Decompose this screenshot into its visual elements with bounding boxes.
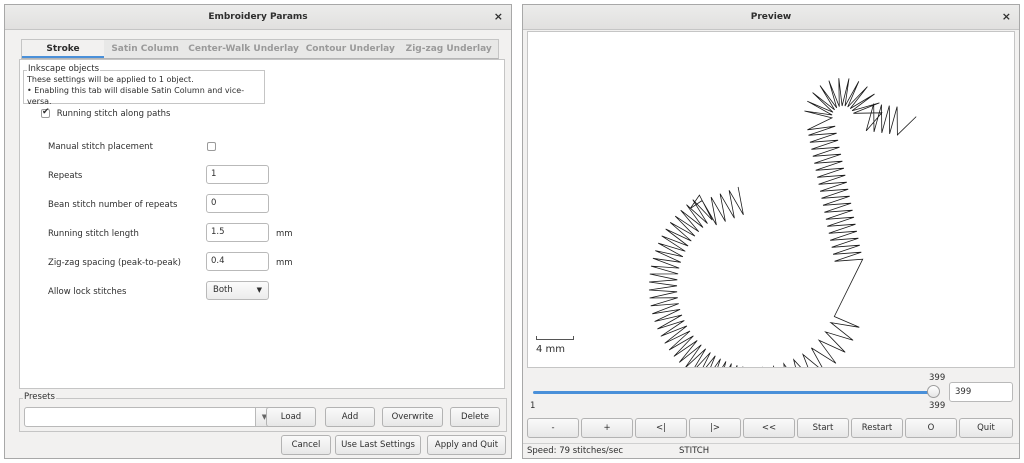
close-icon[interactable]: × — [1002, 5, 1011, 29]
use-last-settings-button[interactable]: Use Last Settings — [335, 435, 421, 455]
apply-and-quit-button[interactable]: Apply and Quit — [427, 435, 506, 455]
stroke-panel: Inkscape objects These settings will be … — [19, 59, 505, 389]
tab-bar: Stroke Satin Column Center-Walk Underlay… — [21, 39, 499, 59]
close-icon[interactable]: × — [494, 5, 503, 29]
toggle-o-button[interactable]: O — [905, 418, 957, 438]
slider-current-label: 399 — [929, 401, 946, 411]
tab-satin-column[interactable]: Satin Column — [104, 40, 186, 58]
add-button[interactable]: Add — [325, 407, 375, 427]
length-unit: mm — [276, 229, 293, 239]
stitch-preview-canvas[interactable]: 4 mm — [527, 31, 1015, 368]
presets-legend: Presets — [23, 392, 56, 402]
delete-button[interactable]: Delete — [450, 407, 500, 427]
info-line-1: These settings will be applied to 1 obje… — [27, 75, 194, 84]
scale-label: 4 mm — [536, 344, 566, 355]
overwrite-button[interactable]: Overwrite — [382, 407, 443, 427]
manual-stitch-checkbox[interactable] — [207, 142, 216, 151]
scale-bar — [536, 336, 574, 340]
presets-group: Presets ▼ Load Add Overwrite Delete — [19, 392, 507, 432]
repeats-input[interactable]: 1 — [206, 165, 269, 184]
running-stitch-length-label: Running stitch length — [48, 229, 139, 239]
cancel-button[interactable]: Cancel — [281, 435, 331, 455]
step-forward-button[interactable]: |> — [689, 418, 741, 438]
preview-title: Preview — [750, 12, 792, 22]
lock-stitches-select[interactable]: Both ▼ — [206, 281, 269, 300]
stitch-slider-track[interactable] — [533, 391, 935, 394]
slider-max-label: 399 — [929, 373, 946, 383]
zigzag-spacing-label: Zig-zag spacing (peak-to-peak) — [48, 258, 181, 268]
quit-button[interactable]: Quit — [959, 418, 1013, 438]
lock-stitches-value: Both — [213, 285, 233, 295]
slider-min-label: 1 — [530, 401, 536, 411]
step-back-button[interactable]: <| — [635, 418, 687, 438]
speed-status: Speed: 79 stitches/sec — [527, 446, 624, 456]
enable-running-stitch-label: Running stitch along paths — [56, 109, 171, 119]
repeats-label: Repeats — [48, 171, 83, 181]
tab-contour-underlay[interactable]: Contour Underlay — [301, 40, 399, 58]
restart-button[interactable]: Restart — [851, 418, 903, 438]
preview-titlebar[interactable]: Preview × — [523, 5, 1019, 30]
enable-running-stitch-checkbox[interactable] — [41, 107, 50, 118]
reverse-button[interactable]: << — [743, 418, 795, 438]
bean-stitch-input[interactable]: 0 — [206, 194, 269, 213]
tab-zigzag-underlay[interactable]: Zig-zag Underlay — [400, 40, 498, 58]
mode-status: STITCH — [679, 446, 710, 456]
tab-stroke[interactable]: Stroke — [22, 40, 105, 58]
params-window: Embroidery Params × Stroke Satin Column … — [4, 4, 512, 459]
zigzag-spacing-input[interactable]: 0.4 — [206, 252, 269, 271]
inkscape-objects-box: Inkscape objects These settings will be … — [23, 64, 265, 106]
manual-stitch-label: Manual stitch placement — [48, 142, 153, 152]
running-stitch-length-input[interactable]: 1.5 — [206, 223, 269, 242]
zigzag-unit: mm — [276, 258, 293, 268]
stitch-number-input[interactable]: 399 — [949, 382, 1013, 402]
speed-up-button[interactable]: + — [581, 418, 633, 438]
enable-row: Running stitch along paths — [41, 107, 171, 119]
stitch-zigzag — [648, 78, 917, 367]
stitch-plot — [648, 78, 917, 367]
stitch-slider-handle[interactable] — [927, 385, 940, 398]
params-title: Embroidery Params — [208, 12, 308, 22]
lock-stitches-label: Allow lock stitches — [48, 287, 127, 297]
bean-stitch-label: Bean stitch number of repeats — [48, 200, 178, 210]
preview-window: Preview × 4 mm 399 1 399 399 - + <| |> <… — [522, 4, 1020, 459]
info-legend: Inkscape objects — [27, 64, 101, 75]
tab-center-walk-underlay[interactable]: Center-Walk Underlay — [186, 40, 301, 58]
start-button[interactable]: Start — [797, 418, 849, 438]
preset-name-input[interactable] — [24, 407, 256, 427]
info-line-2: • Enabling this tab will disable Satin C… — [27, 86, 245, 106]
chevron-down-icon: ▼ — [256, 286, 262, 294]
params-titlebar[interactable]: Embroidery Params × — [5, 5, 511, 30]
status-bar: Speed: 79 stitches/sec STITCH — [523, 443, 1019, 458]
slow-down-button[interactable]: - — [527, 418, 579, 438]
load-button[interactable]: Load — [266, 407, 316, 427]
